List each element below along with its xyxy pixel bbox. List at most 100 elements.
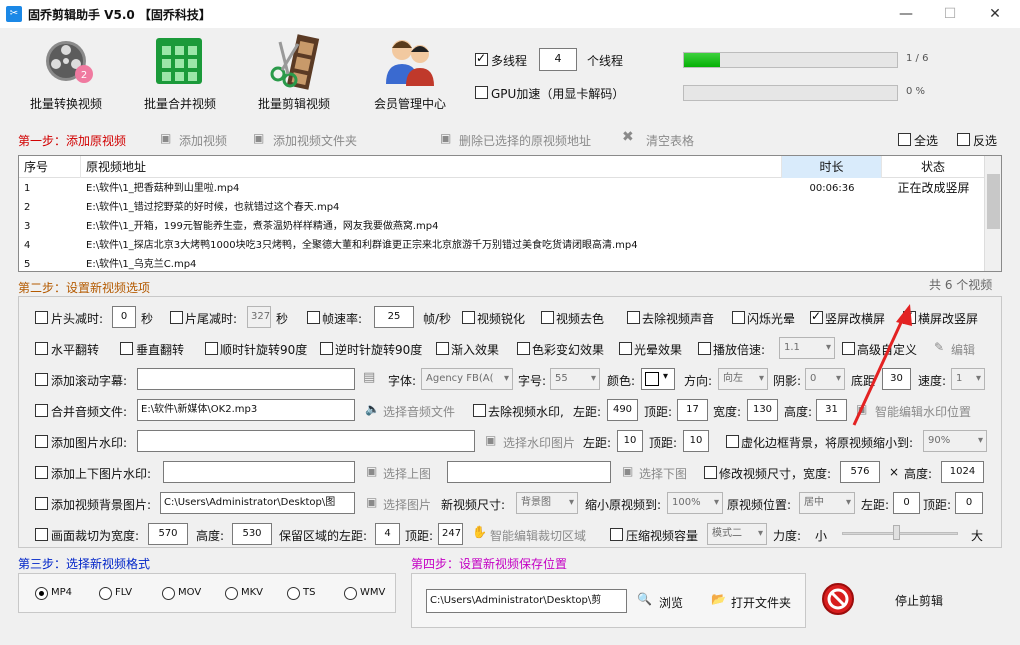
- resize-width-input[interactable]: 576: [840, 461, 880, 483]
- head-cut-checkbox[interactable]: [35, 311, 48, 324]
- audio-path-input[interactable]: E:\软件\新媒体\OK2.mp3: [137, 399, 355, 421]
- fps-input[interactable]: 25: [374, 306, 414, 328]
- choose-wm-button[interactable]: 选择水印图片: [503, 434, 575, 451]
- updown-checkbox[interactable]: [35, 466, 48, 479]
- add-video-button[interactable]: 添加视频: [179, 132, 227, 149]
- fade-checkbox[interactable]: [436, 342, 449, 355]
- keep-left-input[interactable]: 4: [375, 523, 400, 545]
- format-radio-flv[interactable]: [99, 587, 112, 600]
- gpu-checkbox[interactable]: [475, 86, 488, 99]
- subtitle-checkbox[interactable]: [35, 373, 48, 386]
- choose-img-button[interactable]: 选择图片: [383, 496, 431, 513]
- scroll-speed-select[interactable]: 1: [951, 368, 985, 390]
- flash-checkbox[interactable]: [732, 311, 745, 324]
- imgwm-top-input[interactable]: 10: [683, 430, 709, 452]
- choose-audio-button[interactable]: 选择音频文件: [383, 403, 455, 420]
- close-button[interactable]: ✕: [972, 0, 1018, 28]
- table-row[interactable]: 1 E:\软件\1_把香菇种到山里啦.mp4 00:06:36 正在改成竖屏: [19, 179, 985, 198]
- format-label-flv[interactable]: FLV: [115, 587, 132, 598]
- speed-select[interactable]: 1.1: [779, 337, 835, 359]
- tail-cut-checkbox[interactable]: [170, 311, 183, 324]
- image-wm-checkbox[interactable]: [35, 435, 48, 448]
- wm-width-input[interactable]: 130: [747, 399, 778, 421]
- save-path-input[interactable]: C:\Users\Administrator\Desktop\剪: [426, 589, 627, 613]
- glow-checkbox[interactable]: [619, 342, 632, 355]
- tail-cut-input[interactable]: 327: [247, 306, 271, 328]
- mute-checkbox[interactable]: [627, 311, 640, 324]
- bg-left-input[interactable]: 0: [893, 492, 920, 514]
- select-all-checkbox[interactable]: [898, 133, 911, 146]
- crop-height-input[interactable]: 530: [232, 523, 272, 545]
- header-duration[interactable]: 时长: [782, 156, 882, 178]
- bg-checkbox[interactable]: [35, 497, 48, 510]
- blur-checkbox[interactable]: [726, 435, 739, 448]
- scrollbar-thumb[interactable]: [987, 174, 1000, 229]
- invert-select-label[interactable]: 反选: [973, 132, 997, 149]
- speed-checkbox[interactable]: [698, 342, 711, 355]
- subtitle-input[interactable]: [137, 368, 355, 390]
- smart-crop-button[interactable]: 智能编辑裁切区域: [490, 527, 586, 544]
- merge-audio-checkbox[interactable]: [35, 404, 48, 417]
- stop-button[interactable]: 停止剪辑: [895, 592, 943, 609]
- table-row[interactable]: 5 E:\软件\1_乌克兰C.mp4: [19, 255, 985, 271]
- bg-path-input[interactable]: C:\Users\Administrator\Desktop\图: [160, 492, 355, 514]
- up-image-input[interactable]: [163, 461, 355, 483]
- toolbar-item-convert[interactable]: 2 批量转换视频: [28, 34, 108, 114]
- thread-count-input[interactable]: 4: [539, 48, 577, 71]
- dir-select[interactable]: 向左: [718, 368, 768, 390]
- new-size-select[interactable]: 背景图: [516, 492, 578, 514]
- minimize-button[interactable]: —: [883, 0, 929, 28]
- resize-checkbox[interactable]: [704, 466, 717, 479]
- bg-top-input[interactable]: 0: [955, 492, 983, 514]
- imgwm-left-input[interactable]: 10: [617, 430, 643, 452]
- toolbar-item-member[interactable]: 会员管理中心: [372, 34, 452, 114]
- crop-width-input[interactable]: 570: [148, 523, 188, 545]
- fps-checkbox[interactable]: [307, 311, 320, 324]
- force-slider-thumb[interactable]: [893, 525, 900, 540]
- ccw90-checkbox[interactable]: [320, 342, 333, 355]
- color-picker[interactable]: ▾: [641, 368, 675, 390]
- format-radio-mp4[interactable]: [35, 587, 48, 600]
- stop-icon[interactable]: [821, 582, 855, 616]
- table-scrollbar[interactable]: [984, 156, 1001, 271]
- compress-mode-select[interactable]: 模式二: [707, 523, 767, 545]
- multithread-checkbox[interactable]: [475, 51, 488, 66]
- invert-select-checkbox[interactable]: [957, 133, 970, 146]
- table-row[interactable]: 4 E:\软件\1_探店北京3大烤鸭1000块吃3只烤鸭，全聚德大董和利群谁更正…: [19, 236, 985, 255]
- color-shift-checkbox[interactable]: [517, 342, 530, 355]
- blur-select[interactable]: 90%: [923, 430, 987, 452]
- format-radio-ts[interactable]: [287, 587, 300, 600]
- v2h-checkbox[interactable]: [810, 309, 823, 324]
- format-radio-wmv[interactable]: [344, 587, 357, 600]
- clear-table-button[interactable]: 清空表格: [646, 132, 694, 149]
- format-label-mp4[interactable]: MP4: [51, 587, 72, 598]
- header-status[interactable]: 状态: [882, 156, 985, 178]
- crop-checkbox[interactable]: [35, 528, 48, 541]
- choose-up-button[interactable]: 选择上图: [383, 465, 431, 482]
- header-path[interactable]: 原视频地址: [81, 156, 782, 178]
- decolor-checkbox[interactable]: [541, 311, 554, 324]
- wm-top-input[interactable]: 17: [677, 399, 708, 421]
- toolbar-item-merge[interactable]: 批量合并视频: [142, 34, 222, 114]
- table-row[interactable]: 3 E:\软件\1_开箱，199元智能养生壶，煮茶温奶样样精通，网友我要做燕窝.…: [19, 217, 985, 236]
- edit-button[interactable]: 编辑: [951, 341, 975, 358]
- down-image-input[interactable]: [447, 461, 611, 483]
- open-folder-button[interactable]: 打开文件夹: [731, 594, 791, 611]
- shadow-select[interactable]: 0: [805, 368, 845, 390]
- select-all-label[interactable]: 全选: [914, 132, 938, 149]
- compress-checkbox[interactable]: [610, 528, 623, 541]
- delete-selected-button[interactable]: 删除已选择的原视频地址: [459, 132, 591, 149]
- wm-left-input[interactable]: 490: [607, 399, 638, 421]
- pos-select[interactable]: 居中: [799, 492, 855, 514]
- header-index[interactable]: 序号: [19, 156, 81, 178]
- browse-button[interactable]: 浏览: [659, 594, 683, 611]
- add-folder-button[interactable]: 添加视频文件夹: [273, 132, 357, 149]
- head-cut-input[interactable]: 0: [112, 306, 136, 328]
- video-table[interactable]: 序号 原视频地址 时长 状态 1 E:\软件\1_把香菇种到山里啦.mp4 00…: [18, 155, 1002, 272]
- cw90-checkbox[interactable]: [205, 342, 218, 355]
- shrink-select[interactable]: 100%: [667, 492, 723, 514]
- force-slider-track[interactable]: [842, 532, 958, 535]
- format-radio-mov[interactable]: [162, 587, 175, 600]
- format-radio-mkv[interactable]: [225, 587, 238, 600]
- choose-down-button[interactable]: 选择下图: [639, 465, 687, 482]
